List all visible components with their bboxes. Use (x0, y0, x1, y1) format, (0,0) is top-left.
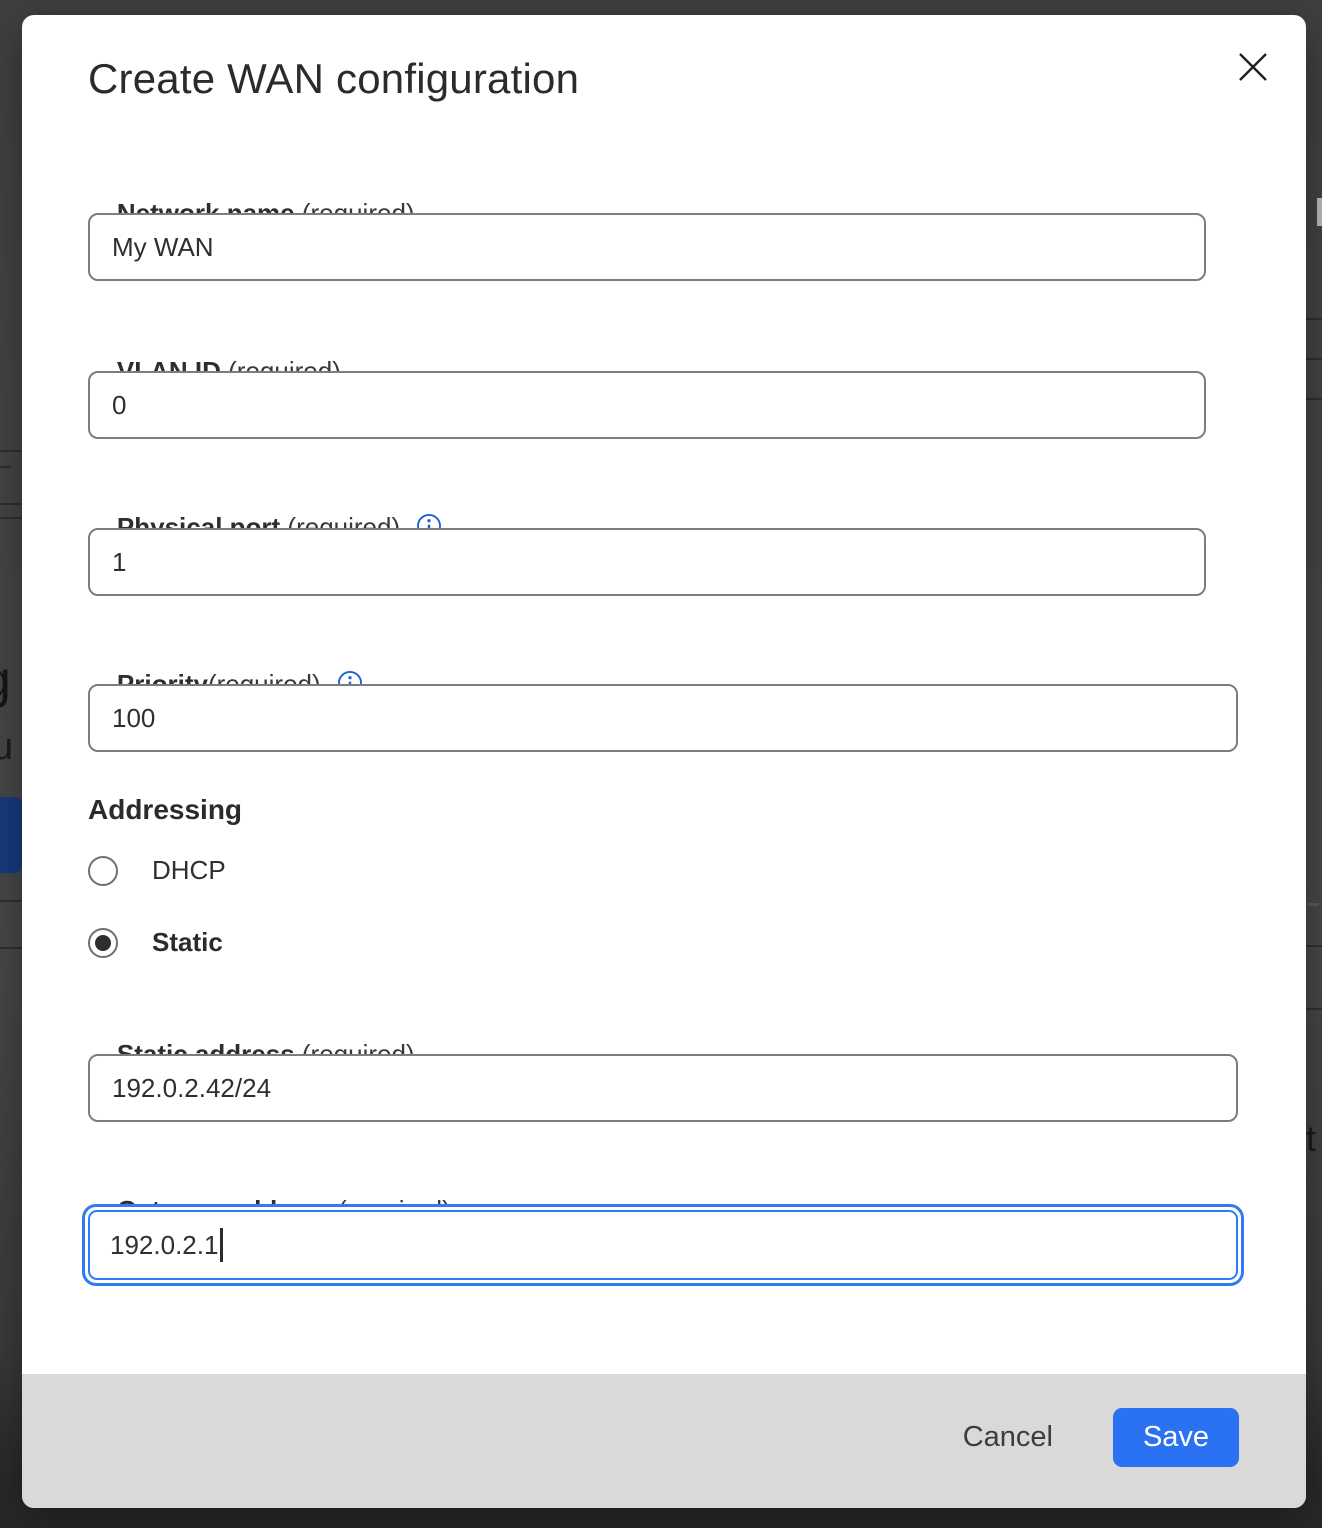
text-caret (220, 1228, 223, 1262)
background-blue-button-fragment (0, 797, 24, 873)
background-row-divider (0, 517, 22, 519)
close-button[interactable] (1233, 48, 1273, 88)
radio-selected-icon (88, 928, 118, 958)
background-row-divider (1306, 1008, 1322, 1010)
static-address-input[interactable] (88, 1054, 1238, 1122)
background-row-divider (1306, 945, 1322, 947)
background-row-divider (1306, 358, 1322, 360)
close-icon (1234, 74, 1272, 89)
radio-label: DHCP (152, 855, 226, 886)
priority-input[interactable] (88, 684, 1238, 752)
background-dash-fragment (1308, 903, 1319, 906)
radio-label: Static (152, 927, 223, 958)
radio-dot (95, 935, 111, 951)
save-button[interactable]: Save (1113, 1408, 1239, 1467)
radio-option-dhcp[interactable]: DHCP (88, 855, 226, 886)
background-row-divider (0, 900, 22, 902)
dialog-title: Create WAN configuration (88, 55, 579, 103)
gateway-address-value: 192.0.2.1 (110, 1230, 218, 1261)
background-row-divider (0, 450, 22, 452)
radio-unselected-icon (88, 856, 118, 886)
background-text-fragment: g (0, 650, 11, 710)
background-text-fragment: u (0, 726, 13, 769)
background-row-divider (1306, 398, 1322, 400)
dialog-footer: Cancel Save (22, 1374, 1306, 1508)
physical-port-input[interactable] (88, 528, 1206, 596)
background-row-divider (0, 466, 11, 468)
vlan-id-input[interactable] (88, 371, 1206, 439)
gateway-address-focus-ring: 192.0.2.1 (82, 1204, 1244, 1286)
background-row-divider (1306, 318, 1322, 320)
radio-option-static[interactable]: Static (88, 927, 223, 958)
cancel-button[interactable]: Cancel (953, 1415, 1063, 1460)
background-row-divider (0, 947, 22, 949)
addressing-heading: Addressing (88, 794, 242, 826)
background-text-fragment: t (1306, 1118, 1316, 1160)
gateway-address-input[interactable]: 192.0.2.1 (88, 1210, 1238, 1280)
background-row-divider (0, 503, 22, 505)
create-wan-dialog: Create WAN configuration Network name (r… (22, 15, 1306, 1508)
background-light-fragment (1317, 198, 1322, 226)
network-name-input[interactable] (88, 213, 1206, 281)
